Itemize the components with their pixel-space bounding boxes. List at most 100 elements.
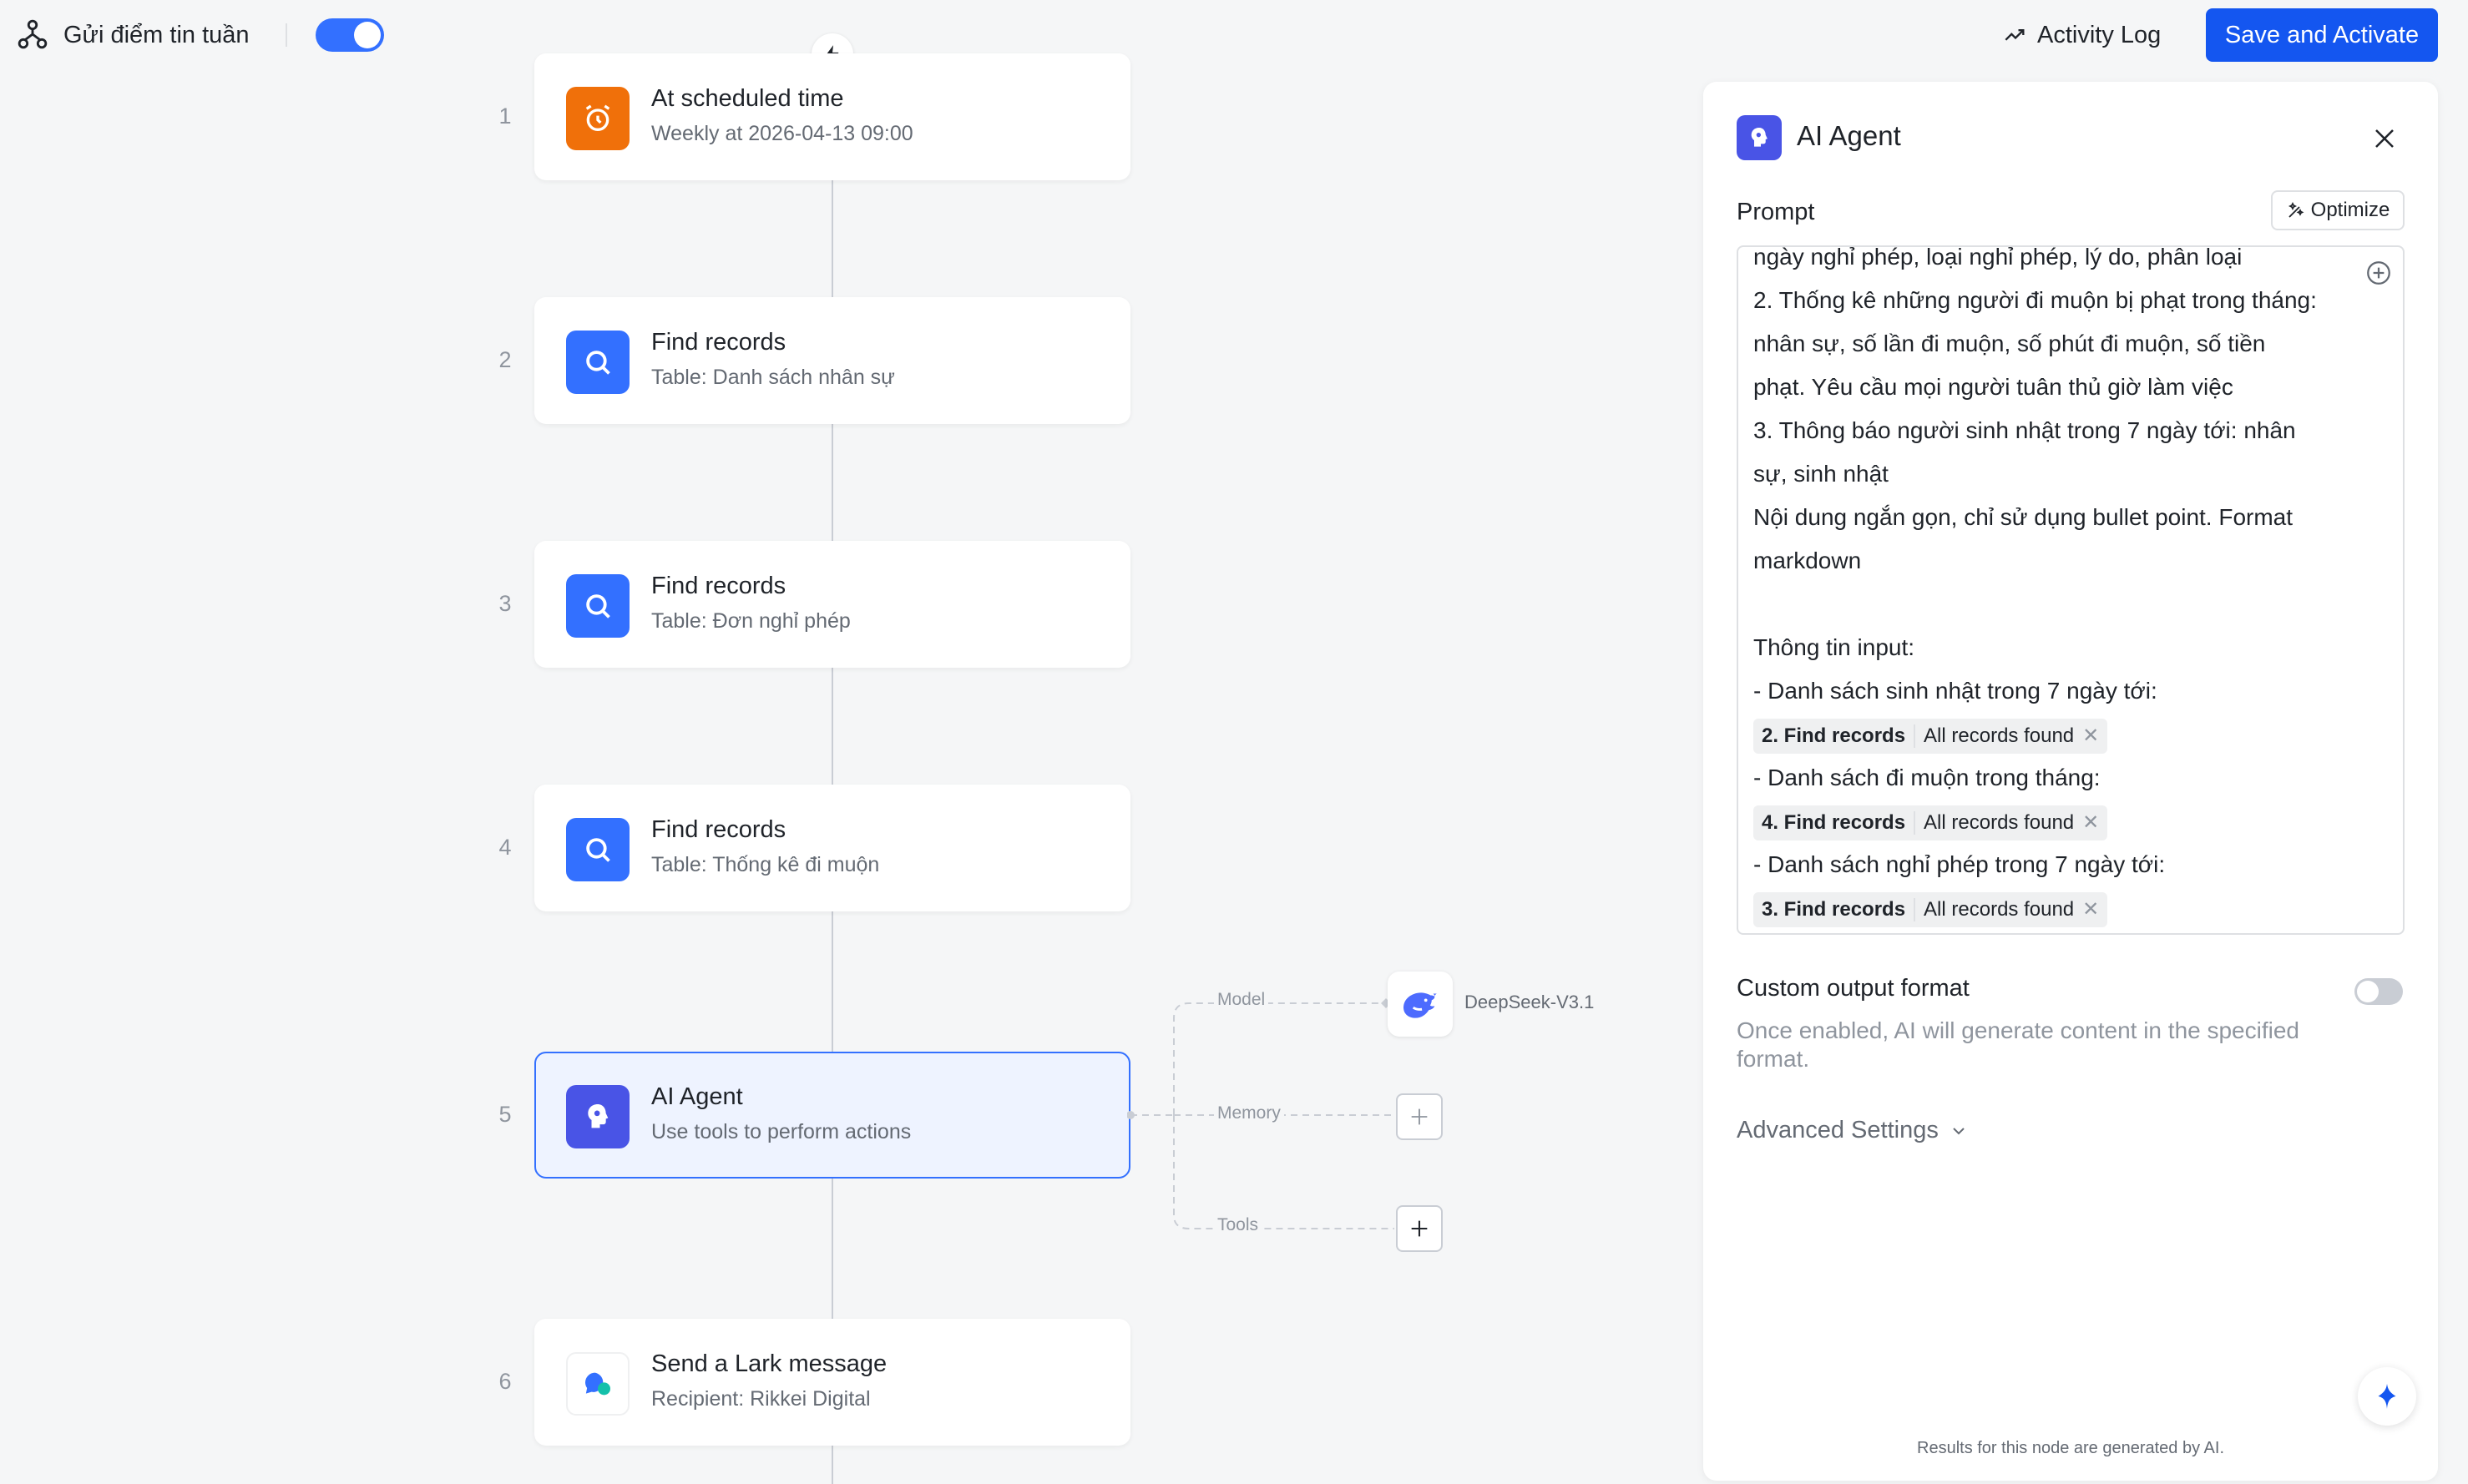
node-find-records-2[interactable]: Find records Table: Đơn nghỉ phép: [534, 541, 1130, 668]
connector-line: [832, 422, 833, 543]
node-find-records-3[interactable]: Find records Table: Thống kê đi muộn: [534, 785, 1130, 911]
magic-wand-icon: [2288, 201, 2304, 218]
node-subtitle: Recipient: Rikkei Digital: [651, 1387, 871, 1411]
node-subtitle: Table: Đơn nghỉ phép: [651, 609, 851, 633]
toggle-knob: [2357, 981, 2379, 1002]
close-icon: [2375, 129, 2394, 148]
node-title: AI Agent: [651, 1083, 743, 1110]
node-find-records-1[interactable]: Find records Table: Danh sách nhân sự: [534, 297, 1130, 424]
node-subtitle: Table: Danh sách nhân sự: [651, 366, 895, 389]
plus-icon: [1411, 1108, 1428, 1125]
pill-step: 2. Find records: [1762, 724, 1906, 747]
remove-pill-icon[interactable]: ✕: [2082, 888, 2099, 931]
advanced-settings-label: Advanced Settings: [1737, 1117, 1939, 1143]
step-number: 3: [498, 591, 512, 616]
variable-pill-row: 2. Find records All records found ✕: [1753, 713, 2354, 756]
node-title: Find records: [651, 329, 786, 356]
lark-message-icon: [585, 1372, 610, 1396]
pill-value: All records found: [1924, 811, 2075, 834]
tools-connection-label: Tools: [1214, 1215, 1262, 1235]
prompt-line: markdown: [1753, 548, 1862, 573]
divider: [286, 23, 287, 47]
node-title: Find records: [651, 573, 786, 599]
ai-assistant-button[interactable]: [2358, 1367, 2416, 1426]
variable-pill[interactable]: 4. Find records All records found ✕: [1753, 805, 2108, 840]
node-subtitle: Weekly at 2026-04-13 09:00: [651, 122, 913, 145]
node-ai-agent[interactable]: AI Agent Use tools to perform actions: [534, 1052, 1130, 1179]
panel-icon-bg: [1737, 115, 1782, 160]
variable-pill[interactable]: 2. Find records All records found ✕: [1753, 719, 2108, 754]
prompt-content[interactable]: ngày nghỉ phép, loại nghỉ phép, lý do, p…: [1753, 245, 2354, 930]
connector-line: [832, 1446, 833, 1484]
optimize-button[interactable]: Optimize: [2271, 190, 2405, 230]
pill-divider: [1914, 898, 1916, 921]
prompt-line: nhân sự, số lần đi muộn, số phút đi muộn…: [1753, 331, 2266, 356]
step-number: 4: [498, 835, 512, 860]
search-icon: [586, 838, 610, 862]
insert-variable-icon[interactable]: [2364, 259, 2393, 287]
node-icon-bg: [566, 87, 630, 150]
node-send-lark-message[interactable]: Send a Lark message Recipient: Rikkei Di…: [534, 1319, 1130, 1446]
model-node[interactable]: [1388, 972, 1453, 1037]
panel-title: AI Agent: [1797, 120, 1901, 151]
workflow-enable-toggle[interactable]: [316, 18, 384, 52]
prompt-line: - Danh sách sinh nhật trong 7 ngày tới:: [1753, 678, 2157, 704]
workflow-title[interactable]: Gửi điểm tin tuần: [63, 18, 250, 52]
connector-line: [832, 179, 833, 299]
activity-log-label: Activity Log: [2037, 21, 2162, 48]
remove-pill-icon[interactable]: ✕: [2082, 714, 2099, 758]
close-panel-button[interactable]: [2368, 122, 2401, 155]
ai-disclaimer: Results for this node are generated by A…: [1917, 1439, 2224, 1457]
model-name: DeepSeek-V3.1: [1464, 992, 1595, 1012]
alarm-clock-icon: [585, 104, 610, 131]
activity-log-button[interactable]: Activity Log: [2004, 18, 2161, 52]
node-title: At scheduled time: [651, 85, 844, 112]
custom-output-format-description: Once enabled, AI will generate content i…: [1737, 1017, 2299, 1072]
memory-connection-label: Memory: [1214, 1103, 1284, 1123]
ai-agent-config-panel: AI Agent Prompt Optimize ngày nghỉ phép,…: [1703, 82, 2438, 1481]
remove-pill-icon[interactable]: ✕: [2082, 801, 2099, 845]
search-icon: [586, 351, 610, 375]
step-number: 1: [498, 103, 512, 129]
optimize-label: Optimize: [2310, 199, 2390, 221]
prompt-line: ngày nghỉ phép, loại nghỉ phép, lý do, p…: [1753, 245, 2243, 270]
node-icon-bg: [566, 1085, 630, 1148]
prompt-line: sự, sinh nhật: [1753, 461, 1889, 487]
plus-icon: [1411, 1220, 1428, 1237]
search-icon: [586, 594, 610, 618]
trend-icon: [2005, 29, 2025, 41]
step-number: 5: [498, 1102, 512, 1127]
node-title: Send a Lark message: [651, 1350, 888, 1377]
chevron-down-icon: [1953, 1127, 1965, 1134]
node-icon-bg: [566, 331, 630, 394]
add-memory-button[interactable]: [1396, 1093, 1443, 1140]
pill-step: 4. Find records: [1762, 811, 1906, 834]
prompt-line: 2. Thống kê những người đi muộn bị phạt …: [1753, 287, 2317, 313]
custom-output-format-toggle[interactable]: [2354, 978, 2403, 1005]
prompt-line: phạt. Yêu cầu mọi người tuân thủ giờ làm…: [1753, 374, 2233, 400]
advanced-settings-toggle[interactable]: Advanced Settings: [1737, 1117, 1969, 1144]
node-icon-bg: [566, 574, 630, 638]
variable-pill[interactable]: 3. Find records All records found ✕: [1753, 892, 2108, 927]
deepseek-whale-icon: [1403, 992, 1437, 1018]
pill-step: 3. Find records: [1762, 898, 1906, 921]
node-subtitle: Use tools to perform actions: [651, 1120, 912, 1143]
toggle-knob: [354, 22, 381, 48]
node-icon-bg: [566, 818, 630, 881]
add-tools-button[interactable]: [1396, 1205, 1443, 1252]
pill-divider: [1914, 724, 1916, 748]
node-scheduled-trigger[interactable]: At scheduled time Weekly at 2026-04-13 0…: [534, 53, 1130, 180]
variable-pill-row: 3. Find records All records found ✕: [1753, 886, 2354, 930]
prompt-line: - Danh sách đi muộn trong tháng:: [1753, 765, 2101, 790]
prompt-line: Thông tin input:: [1753, 634, 1915, 660]
prompt-editor[interactable]: ngày nghỉ phép, loại nghỉ phép, lý do, p…: [1737, 245, 2405, 935]
pill-divider: [1914, 811, 1916, 835]
node-icon-bg: [566, 1352, 630, 1416]
workflow-icon: [18, 19, 48, 49]
save-and-activate-button[interactable]: Save and Activate: [2206, 8, 2438, 62]
ai-agent-icon: [1751, 128, 1768, 147]
connector-line: [832, 666, 833, 786]
custom-output-format-label: Custom output format: [1737, 975, 1970, 1002]
variable-pill-row: 4. Find records All records found ✕: [1753, 800, 2354, 843]
prompt-line: - Danh sách nghỉ phép trong 7 ngày tới:: [1753, 851, 2166, 877]
